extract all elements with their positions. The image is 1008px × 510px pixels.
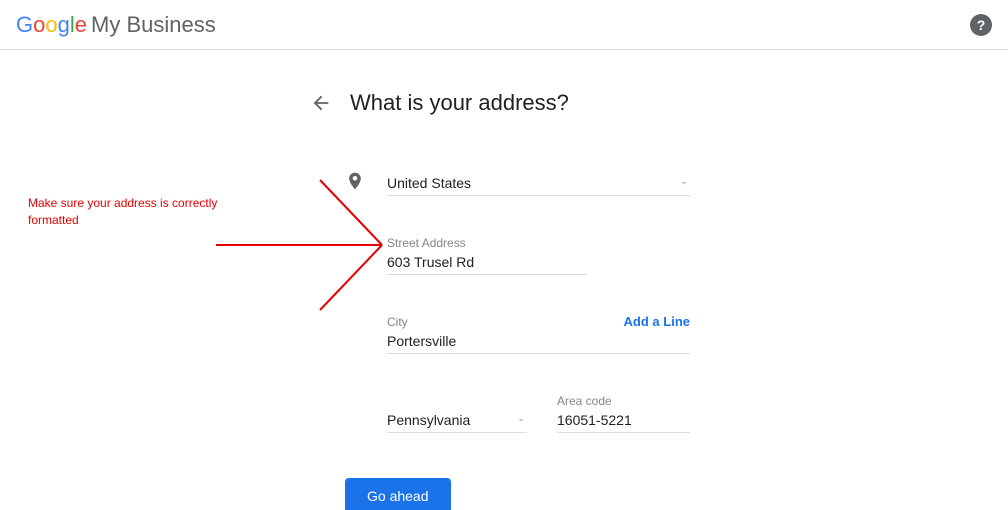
help-icon[interactable]: ? bbox=[970, 14, 992, 36]
country-dropdown[interactable]: United States bbox=[387, 171, 690, 196]
address-form: United States Street Address Add a Line … bbox=[345, 171, 690, 433]
go-ahead-button[interactable]: Go ahead bbox=[345, 478, 451, 510]
chevron-down-icon bbox=[678, 177, 690, 189]
location-pin-icon bbox=[345, 171, 365, 191]
back-arrow-icon[interactable] bbox=[310, 92, 332, 114]
zip-input[interactable] bbox=[557, 408, 690, 433]
street-input[interactable] bbox=[387, 250, 587, 275]
page-title: What is your address? bbox=[350, 90, 569, 116]
street-label: Street Address bbox=[387, 236, 690, 250]
add-line-link[interactable]: Add a Line bbox=[624, 314, 690, 329]
state-dropdown[interactable]: Pennsylvania bbox=[387, 408, 527, 433]
city-input[interactable] bbox=[387, 329, 690, 354]
annotation-text: Make sure your address is correctly form… bbox=[28, 195, 228, 229]
app-header: Google My Business ? bbox=[0, 0, 1008, 50]
logo: Google My Business bbox=[16, 12, 216, 38]
zip-label: Area code bbox=[557, 394, 690, 408]
country-value: United States bbox=[387, 175, 471, 191]
state-value: Pennsylvania bbox=[387, 412, 470, 428]
chevron-down-icon bbox=[515, 414, 527, 426]
google-logo: Google bbox=[16, 12, 87, 38]
product-name: My Business bbox=[91, 12, 216, 38]
main-content: What is your address? United States Stre… bbox=[0, 50, 1008, 510]
